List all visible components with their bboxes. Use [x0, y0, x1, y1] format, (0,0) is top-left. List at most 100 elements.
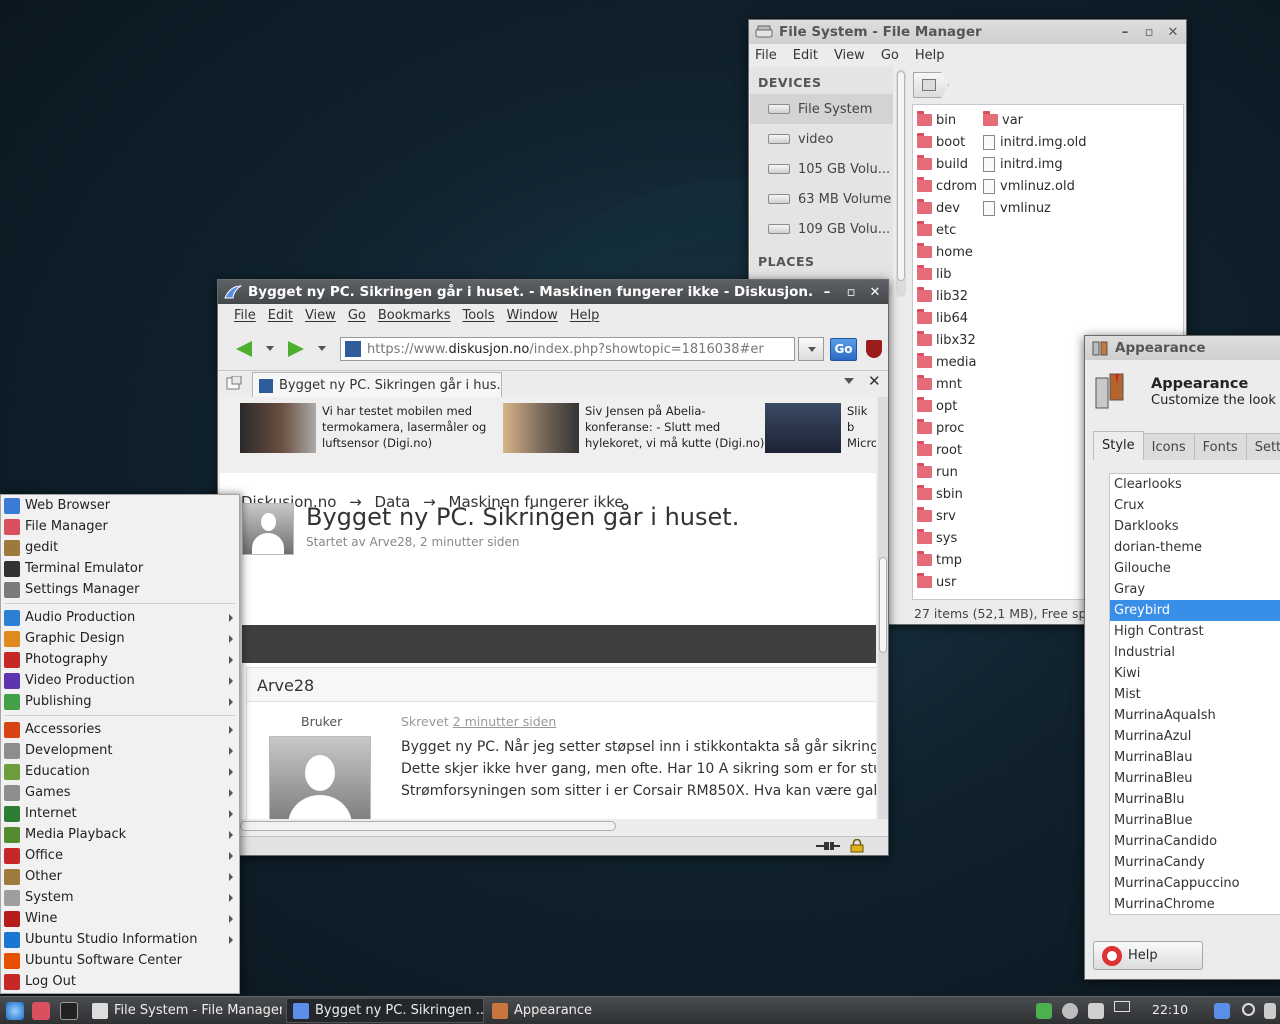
- theme-item[interactable]: MurrinaAquaIsh: [1110, 705, 1280, 726]
- news-item[interactable]: Slik b Micro: [765, 403, 876, 453]
- menu-edit[interactable]: Edit: [793, 48, 818, 63]
- maximize-button[interactable]: ▫: [1142, 25, 1156, 40]
- menu-item[interactable]: Video Production: [1, 670, 239, 691]
- menu-edit[interactable]: Edit: [268, 308, 293, 323]
- online-plug-icon[interactable]: [816, 840, 840, 852]
- device-105gb[interactable]: 105 GB Volu...: [750, 154, 893, 184]
- theme-item[interactable]: Greybird: [1110, 600, 1280, 621]
- folder-item[interactable]: mnt: [917, 373, 977, 395]
- appearance-titlebar[interactable]: Appearance: [1085, 336, 1280, 360]
- theme-item[interactable]: dorian-theme: [1110, 537, 1280, 558]
- menu-window[interactable]: Window: [507, 308, 558, 323]
- url-history-dropdown[interactable]: [798, 337, 824, 361]
- task-file-manager[interactable]: File System - File Manager: [86, 998, 282, 1023]
- forward-history-dropdown[interactable]: [318, 346, 326, 351]
- folder-item[interactable]: var: [983, 109, 1087, 131]
- file-item[interactable]: vmlinuz.old: [983, 175, 1087, 197]
- device-file-system[interactable]: File System: [750, 94, 893, 124]
- author-avatar[interactable]: [242, 503, 294, 555]
- theme-item[interactable]: Mist: [1110, 684, 1280, 705]
- theme-item[interactable]: Gray: [1110, 579, 1280, 600]
- menu-file[interactable]: File: [755, 48, 777, 63]
- theme-item[interactable]: Kiwi: [1110, 663, 1280, 684]
- task-appearance[interactable]: Appearance: [486, 998, 606, 1023]
- folder-item[interactable]: srv: [917, 505, 977, 527]
- tab-active[interactable]: Bygget ny PC. Sikringen går i hus...: [252, 372, 502, 398]
- close-button[interactable]: ✕: [868, 285, 882, 300]
- folder-item[interactable]: bin: [917, 109, 977, 131]
- folder-item[interactable]: home: [917, 241, 977, 263]
- minimize-button[interactable]: –: [1118, 25, 1132, 40]
- menu-item[interactable]: Office: [1, 845, 239, 866]
- path-button-root[interactable]: [913, 72, 949, 98]
- theme-item[interactable]: Gilouche: [1110, 558, 1280, 579]
- network-icon[interactable]: [1062, 1003, 1078, 1019]
- post-avatar[interactable]: [269, 736, 371, 819]
- theme-item[interactable]: Clearlooks: [1110, 474, 1280, 495]
- theme-item[interactable]: Crux: [1110, 495, 1280, 516]
- menu-item[interactable]: File Manager: [1, 516, 239, 537]
- go-button[interactable]: Go: [830, 338, 857, 361]
- menu-item[interactable]: Accessories: [1, 719, 239, 740]
- volume-icon[interactable]: [1088, 1003, 1104, 1019]
- file-manager-titlebar[interactable]: File System - File Manager – ▫ ✕: [749, 20, 1186, 44]
- menu-item[interactable]: Publishing: [1, 691, 239, 712]
- folder-item[interactable]: root: [917, 439, 977, 461]
- browser-titlebar[interactable]: Bygget ny PC. Sikringen går i huset. - M…: [218, 280, 888, 304]
- tab-fonts[interactable]: Fonts: [1193, 433, 1247, 460]
- clock[interactable]: 22:10: [1152, 1002, 1188, 1017]
- theme-item[interactable]: MurrinaAzul: [1110, 726, 1280, 747]
- folder-item[interactable]: lib64: [917, 307, 977, 329]
- file-item[interactable]: initrd.img: [983, 153, 1087, 175]
- folder-item[interactable]: sbin: [917, 483, 977, 505]
- notification-icon[interactable]: [1264, 1003, 1276, 1019]
- theme-item[interactable]: MurrinaBleu: [1110, 768, 1280, 789]
- folder-item[interactable]: libx32: [917, 329, 977, 351]
- tab-list-dropdown[interactable]: [844, 378, 854, 384]
- news-item[interactable]: Siv Jensen på Abelia-konferanse: - Slutt…: [503, 403, 764, 453]
- device-video[interactable]: video: [750, 124, 893, 154]
- folder-item[interactable]: media: [917, 351, 977, 373]
- tab-icons[interactable]: Icons: [1142, 433, 1195, 460]
- folder-item[interactable]: etc: [917, 219, 977, 241]
- folder-item[interactable]: cdrom: [917, 175, 977, 197]
- theme-item[interactable]: MurrinaCandido: [1110, 831, 1280, 852]
- menu-item[interactable]: Ubuntu Studio Information: [1, 929, 239, 950]
- theme-item[interactable]: MurrinaChrome: [1110, 894, 1280, 914]
- news-item[interactable]: Vi har testet mobilen med termokamera, la…: [240, 403, 486, 453]
- file-manager-launcher-icon[interactable]: [32, 1002, 50, 1020]
- menu-item[interactable]: Web Browser: [1, 495, 239, 516]
- folder-item[interactable]: lib32: [917, 285, 977, 307]
- menu-item[interactable]: Ubuntu Software Center: [1, 950, 239, 971]
- theme-item[interactable]: MurrinaCappuccino: [1110, 873, 1280, 894]
- tab-style[interactable]: Style: [1093, 431, 1144, 460]
- maximize-button[interactable]: ▫: [844, 285, 858, 300]
- menu-item[interactable]: Media Playback: [1, 824, 239, 845]
- back-history-dropdown[interactable]: [266, 346, 274, 351]
- new-tab-icon[interactable]: [226, 376, 242, 392]
- menu-bookmarks[interactable]: Bookmarks: [378, 308, 451, 323]
- theme-item[interactable]: MurrinaBlau: [1110, 747, 1280, 768]
- theme-item[interactable]: Darklooks: [1110, 516, 1280, 537]
- tab-settings[interactable]: Setti: [1245, 433, 1280, 460]
- menu-tools[interactable]: Tools: [462, 308, 494, 323]
- menu-item[interactable]: Photography: [1, 649, 239, 670]
- folder-item[interactable]: lib: [917, 263, 977, 285]
- folder-item[interactable]: opt: [917, 395, 977, 417]
- lock-icon[interactable]: [850, 839, 864, 853]
- minimize-button[interactable]: –: [820, 285, 834, 300]
- file-item[interactable]: initrd.img.old: [983, 131, 1087, 153]
- back-arrow-icon[interactable]: [236, 341, 252, 357]
- menu-item[interactable]: Graphic Design: [1, 628, 239, 649]
- menu-item[interactable]: Development: [1, 740, 239, 761]
- theme-item[interactable]: MurrinaCandy: [1110, 852, 1280, 873]
- folder-item[interactable]: proc: [917, 417, 977, 439]
- search-icon[interactable]: [1242, 1003, 1255, 1016]
- close-tab-icon[interactable]: ✕: [868, 372, 881, 390]
- side-pane-scrollbar[interactable]: [896, 69, 906, 297]
- menu-item[interactable]: Education: [1, 761, 239, 782]
- theme-item[interactable]: MurrinaBlue: [1110, 810, 1280, 831]
- theme-item[interactable]: Industrial: [1110, 642, 1280, 663]
- menu-file[interactable]: File: [234, 308, 256, 323]
- device-63mb[interactable]: 63 MB Volume: [750, 184, 893, 214]
